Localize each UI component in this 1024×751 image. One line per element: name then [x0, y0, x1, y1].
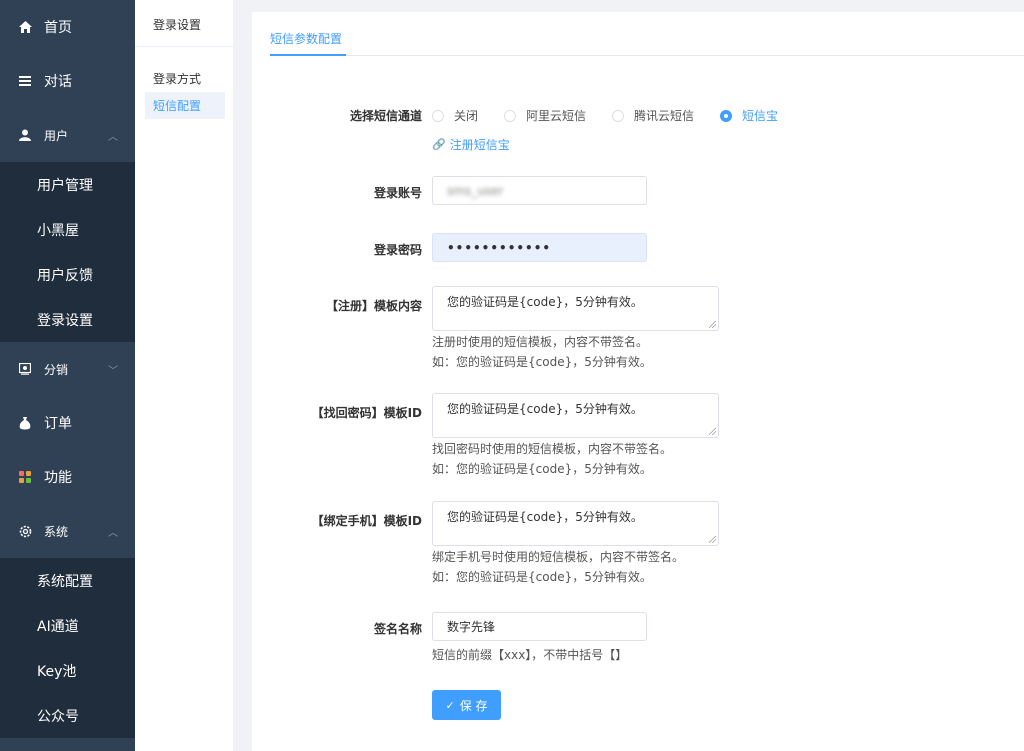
check-icon: ✓	[445, 698, 455, 712]
sidebar-item-feedback[interactable]: 用户反馈	[0, 252, 135, 297]
secondary-menu: 登录设置 登录方式 短信配置	[135, 0, 233, 751]
chevron-up-icon: ︿	[108, 131, 118, 143]
chevron-up-icon: ︿	[108, 527, 118, 539]
tab-sms-params[interactable]: 短信参数配置	[270, 30, 342, 47]
bind-template-textarea[interactable]: 您的验证码是{code}，5分钟有效。	[432, 501, 719, 546]
sidebar-item-home[interactable]: 首页	[0, 0, 135, 54]
channel-radio-group: 关闭 阿里云短信 腾讯云短信 短信宝	[432, 107, 804, 124]
secondary-menu-item-login-method[interactable]: 登录方式	[145, 65, 225, 92]
radio-circle-icon	[612, 109, 625, 122]
sidebar: 首页 对话 用户 ︿ 用户管理 小黑屋 用户反馈 登录设置 分销 ﹀ 订单 功能…	[0, 0, 135, 751]
radio-channel-tencent[interactable]: 腾讯云短信	[612, 107, 694, 124]
main-panel: 短信参数配置 选择短信通道 关闭 阿里云短信 腾讯云短信 短信宝 🔗 注册短信宝…	[252, 12, 1024, 751]
secondary-menu-item-sms-config[interactable]: 短信配置	[145, 92, 225, 119]
menu-lines-icon	[18, 76, 32, 86]
channel-label: 选择短信通道	[349, 109, 422, 123]
register-template-help: 注册时使用的短信模板，内容不带签名。 如：您的验证码是{code}，5分钟有效。	[432, 335, 652, 369]
home-icon	[18, 21, 32, 33]
sidebar-item-ai-channel[interactable]: AI通道	[0, 603, 135, 648]
radio-circle-icon	[504, 109, 517, 122]
register-smsbao-link[interactable]: 🔗 注册短信宝	[432, 136, 510, 153]
money-bag-icon	[18, 416, 32, 430]
sidebar-item-label: 订单	[44, 416, 72, 432]
password-label: 登录密码	[373, 243, 422, 257]
gear-icon	[18, 525, 32, 538]
radio-circle-icon	[432, 109, 444, 122]
tab-bar: 短信参数配置	[270, 12, 1024, 56]
sidebar-item-official-account[interactable]: 公众号	[0, 693, 135, 738]
radio-checked-icon	[720, 109, 733, 122]
distribution-icon	[18, 363, 32, 375]
sidebar-item-user-manage[interactable]: 用户管理	[0, 162, 135, 207]
tab-active-indicator	[270, 54, 346, 56]
register-template-label: 【注册】模板内容	[325, 299, 422, 313]
bind-template-help: 绑定手机号时使用的短信模板，内容不带签名。 如：您的验证码是{code}，5分钟…	[432, 550, 685, 584]
radio-channel-off[interactable]: 关闭	[432, 107, 478, 124]
radio-channel-smsbao[interactable]: 短信宝	[720, 107, 778, 124]
radio-channel-aliyun[interactable]: 阿里云短信	[504, 107, 586, 124]
sidebar-submenu-system: 系统配置 AI通道 Key池 公众号	[0, 558, 135, 738]
sidebar-item-chat[interactable]: 对话	[0, 54, 135, 108]
secondary-menu-title: 登录设置	[135, 0, 233, 47]
sign-input[interactable]: 数字先锋	[432, 612, 647, 641]
sidebar-item-features[interactable]: 功能	[0, 450, 135, 504]
account-label: 登录账号	[373, 186, 422, 200]
sidebar-item-login-settings[interactable]: 登录设置	[0, 297, 135, 342]
sidebar-item-label: 对话	[44, 74, 72, 90]
forgot-template-help: 找回密码时使用的短信模板，内容不带签名。 如：您的验证码是{code}，5分钟有…	[432, 442, 673, 476]
sidebar-item-system-config[interactable]: 系统配置	[0, 558, 135, 603]
chevron-down-icon: ﹀	[108, 365, 118, 377]
sign-label: 签名名称	[373, 622, 422, 636]
sidebar-item-blacklist[interactable]: 小黑屋	[0, 207, 135, 252]
sidebar-item-label: 用户	[44, 128, 69, 143]
account-input[interactable]: sms_user	[432, 176, 647, 205]
sidebar-item-key-pool[interactable]: Key池	[0, 648, 135, 693]
user-icon	[18, 129, 32, 141]
password-input[interactable]: ••••••••••••	[432, 233, 647, 262]
bind-template-label: 【绑定手机】模板ID	[311, 514, 422, 528]
sidebar-item-label: 分销	[44, 362, 69, 377]
grid-icon	[18, 471, 32, 483]
register-template-textarea[interactable]: 您的验证码是{code}，5分钟有效。	[432, 286, 719, 331]
save-button[interactable]: ✓ 保 存	[432, 690, 501, 720]
sign-help: 短信的前缀【xxx】，不带中括号【】	[432, 648, 628, 662]
sidebar-group-system[interactable]: 系统 ︿	[0, 504, 135, 558]
sidebar-submenu-user: 用户管理 小黑屋 用户反馈 登录设置	[0, 162, 135, 342]
forgot-template-textarea[interactable]: 您的验证码是{code}，5分钟有效。	[432, 393, 719, 438]
forgot-template-label: 【找回密码】模板ID	[311, 406, 422, 420]
sidebar-item-label: 系统	[44, 524, 69, 539]
link-icon: 🔗	[432, 138, 446, 151]
sidebar-item-order[interactable]: 订单	[0, 396, 135, 450]
sidebar-group-user[interactable]: 用户 ︿	[0, 108, 135, 162]
sidebar-group-distribution[interactable]: 分销 ﹀	[0, 342, 135, 396]
sidebar-item-label: 功能	[44, 470, 72, 486]
sidebar-item-label: 首页	[44, 20, 72, 36]
